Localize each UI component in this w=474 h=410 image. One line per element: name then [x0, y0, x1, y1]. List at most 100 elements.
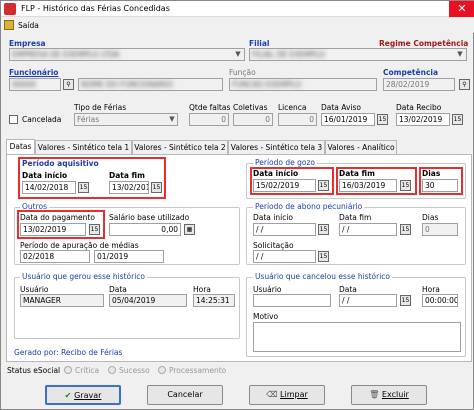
uc-hora-field[interactable]: 00:00:00 — [422, 294, 458, 307]
uc-usuario-field[interactable] — [253, 294, 331, 307]
competencia-search-icon[interactable]: ⚲ — [459, 79, 470, 90]
status-sucesso-label: Sucesso — [119, 366, 150, 375]
abono-fim-calendar-icon[interactable]: 15 — [400, 224, 411, 235]
uc-data-field[interactable]: / / — [339, 294, 397, 307]
apuracao-ate-field[interactable]: 01/2019 — [94, 250, 164, 263]
tab-strip: Datas Valores - Sintético tela 1 Valores… — [6, 139, 472, 154]
tab-sintetico-2[interactable]: Valores - Sintético tela 2 — [132, 140, 228, 154]
ug-usuario-label: Usuário — [20, 285, 49, 294]
uc-hora-label: Hora — [422, 285, 440, 294]
pagamento-calendar-icon[interactable]: 15 — [89, 224, 100, 235]
qtde-faltas-field: 0 — [189, 113, 229, 126]
aquisitivo-fim-field[interactable]: 13/02/2019 — [109, 181, 149, 194]
data-recibo-label: Data Recibo — [396, 103, 442, 112]
funcionario-name: NOME DO FUNCIONARIO — [78, 78, 223, 91]
ug-hora-field: 14:25:31 — [193, 294, 235, 307]
gozo-fim-calendar-icon[interactable]: 15 — [400, 180, 411, 191]
funcao-label: Função — [229, 68, 256, 77]
status-critica-label: Crítica — [75, 366, 100, 375]
ug-data-label: Data — [109, 285, 127, 294]
abono-inicio-calendar-icon[interactable]: 15 — [318, 224, 329, 235]
status-critica-radio — [64, 366, 72, 374]
abono-fim-field[interactable]: / / — [339, 223, 397, 236]
abono-dias-field: 0 — [422, 223, 458, 236]
funcionario-code[interactable]: 00000 — [9, 78, 61, 91]
cancelada-checkbox[interactable] — [9, 115, 18, 124]
tab-analitico[interactable]: Valores - Analítico — [325, 140, 397, 154]
apuracao-label: Período de apuração de médias — [20, 241, 139, 250]
licenca-label: Licenca — [278, 103, 307, 112]
menu-bar: Saída — [1, 17, 474, 33]
dias-field[interactable]: 30 — [422, 179, 458, 192]
menu-saida[interactable]: Saída — [18, 21, 39, 30]
window-title: FLP - Histórico das Férias Concedidas — [21, 4, 170, 13]
excluir-button[interactable]: 🗑 Excluir — [351, 385, 427, 405]
empresa-dropdown-icon[interactable]: ▼ — [233, 49, 243, 60]
data-aviso-label: Data Aviso — [321, 103, 362, 112]
abono-inicio-field[interactable]: / / — [253, 223, 316, 236]
coletivas-label: Coletivas — [233, 103, 268, 112]
status-esocial-bar: Status eSocial Crítica Sucesso Processam… — [1, 363, 474, 377]
status-sucesso-radio — [108, 366, 116, 374]
cancelada-label: Cancelada — [22, 115, 62, 124]
competencia-field[interactable]: 28/02/2019 — [383, 78, 455, 91]
main-window: FLP - Histórico das Férias Concedidas ✕ … — [0, 0, 474, 410]
tipo-ferias-select[interactable]: Férias — [74, 113, 178, 126]
aquisitivo-title: Período aquisitivo — [22, 159, 99, 168]
qtde-faltas-label: Qtde faltas — [189, 103, 231, 112]
gravar-button[interactable]: ✔ Gravar — [45, 385, 121, 405]
filial-select[interactable]: FILIAL DE EXEMPLO — [249, 48, 467, 61]
gozo-fim-label: Data fim — [339, 169, 375, 178]
cancelar-button[interactable]: Cancelar — [147, 385, 223, 405]
solicitacao-field[interactable]: / / — [253, 250, 316, 263]
status-processamento-label: Processamento — [169, 366, 227, 375]
title-bar: FLP - Histórico das Férias Concedidas ✕ — [1, 1, 474, 17]
tipo-ferias-dropdown-icon[interactable]: ▼ — [167, 114, 177, 125]
funcionario-label: Funcionário — [9, 68, 59, 77]
pagamento-label: Data do pagamento — [20, 213, 95, 222]
gozo-inicio-field[interactable]: 15/02/2019 — [253, 179, 316, 192]
tab-sintetico-1[interactable]: Valores - Sintético tela 1 — [35, 140, 132, 154]
gozo-inicio-calendar-icon[interactable]: 15 — [318, 180, 329, 191]
limpar-button[interactable]: ⌫ Limpar — [249, 385, 325, 405]
data-aviso-field[interactable]: 16/01/2019 — [321, 113, 375, 126]
tab-sintetico-3[interactable]: Valores - Sintético tela 3 — [228, 140, 325, 154]
gerado-por-text: Gerado por: Recibo de Férias — [14, 348, 123, 357]
abono-inicio-label: Data início — [253, 213, 294, 222]
close-button[interactable]: ✕ — [449, 1, 474, 17]
filial-label: Filial — [249, 39, 270, 48]
data-recibo-calendar-icon[interactable]: 15 — [452, 114, 463, 125]
empresa-select[interactable]: EMPRESA DE EXEMPLO LTDA — [9, 48, 245, 61]
salario-calculator-icon[interactable]: ▦ — [184, 224, 195, 235]
gozo-fim-field[interactable]: 16/03/2019 — [339, 179, 397, 192]
gozo-title: Período de gozo — [253, 158, 317, 167]
regime-label: Regime Competência — [379, 39, 469, 48]
abono-fim-label: Data fim — [339, 213, 372, 222]
funcao-field: FUNCAO EXEMPLO — [229, 78, 377, 91]
salario-field[interactable]: 0,00 — [109, 223, 181, 236]
uc-usuario-label: Usuário — [253, 285, 282, 294]
data-aviso-calendar-icon[interactable]: 15 — [377, 114, 388, 125]
apuracao-de-field[interactable]: 02/2018 — [20, 250, 90, 263]
dias-label: Dias — [422, 169, 441, 178]
abono-title: Período de abono pecuniário — [253, 202, 365, 211]
binoculars-icon[interactable]: ⚲ — [63, 79, 74, 90]
ug-hora-label: Hora — [193, 285, 211, 294]
tab-datas[interactable]: Datas — [6, 139, 35, 154]
aquisitivo-fim-calendar-icon[interactable]: 15 — [151, 182, 162, 193]
usuario-gerou-title: Usuário que gerou esse histórico — [20, 272, 147, 281]
filial-dropdown-icon[interactable]: ▼ — [455, 49, 465, 60]
tipo-ferias-label: Tipo de Férias — [74, 103, 127, 112]
aquisitivo-inicio-field[interactable]: 14/02/2018 — [22, 181, 76, 194]
app-icon — [4, 3, 16, 15]
usuario-cancelou-title: Usuário que cancelou esse histórico — [253, 272, 392, 281]
solicitacao-calendar-icon[interactable]: 15 — [318, 251, 329, 262]
aquisitivo-inicio-label: Data início — [22, 171, 68, 180]
coletivas-field: 0 — [233, 113, 273, 126]
data-recibo-field[interactable]: 13/02/2019 — [396, 113, 450, 126]
motivo-textarea[interactable] — [253, 322, 461, 352]
pagamento-field[interactable]: 13/02/2019 — [20, 223, 86, 236]
uc-data-calendar-icon[interactable]: 15 — [400, 295, 411, 306]
status-esocial-label: Status eSocial — [7, 366, 61, 375]
aquisitivo-inicio-calendar-icon[interactable]: 15 — [78, 182, 89, 193]
